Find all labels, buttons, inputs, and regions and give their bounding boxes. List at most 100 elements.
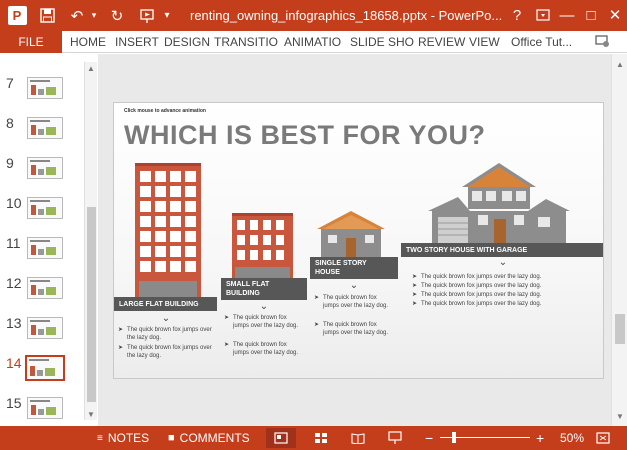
single-story-house-icon: [317, 211, 385, 257]
slide-thumbnail-11[interactable]: [27, 237, 63, 259]
customize-qat-icon[interactable]: ▾: [160, 5, 174, 26]
undo-dropdown-icon[interactable]: ▾: [88, 5, 100, 26]
label-small-flat-building: SMALL FLAT BUILDING: [221, 278, 307, 300]
scroll-down-icon[interactable]: ▼: [85, 408, 97, 420]
tab-home[interactable]: HOME: [70, 31, 106, 53]
slide-thumbnail-14[interactable]: [25, 355, 65, 381]
slide-thumbnail-15[interactable]: [27, 397, 63, 419]
zoom-in-button[interactable]: +: [536, 426, 544, 450]
save-icon[interactable]: [36, 5, 58, 26]
comment-icon: ■: [168, 432, 175, 444]
slide-hint-text: Click mouse to advance animation: [124, 108, 206, 114]
slide-thumbnail-8[interactable]: [27, 117, 63, 139]
slide-number: 11: [6, 235, 21, 251]
slide-thumbnail-10[interactable]: [27, 197, 63, 219]
title-bar: P ↶ ▾ ↻ ▾ renting_owning_infographics_18…: [0, 0, 627, 31]
zoom-level[interactable]: 50%: [560, 426, 584, 450]
building-window: [170, 201, 181, 212]
close-button[interactable]: ✕: [602, 3, 627, 27]
building-window: [140, 216, 151, 227]
slide-number: 15: [6, 395, 22, 411]
bullet-item: ➤ The quick brown fox jumps over the lazy…: [412, 283, 542, 289]
slide-sorter-icon[interactable]: [306, 428, 336, 448]
slide[interactable]: Click mouse to advance animation WHICH I…: [113, 102, 604, 379]
building-window: [276, 235, 284, 245]
tab-review[interactable]: REVIEW: [418, 31, 465, 53]
large-flat-building-icon: [135, 163, 201, 297]
slide-thumbnail-7[interactable]: [27, 77, 63, 99]
comments-label: COMMENTS: [179, 431, 250, 445]
building-window: [237, 220, 245, 230]
bullet-item: ➤ The quick brown fox jumps over the lazy…: [412, 301, 542, 307]
label-line: SMALL FLAT BUILDING: [226, 281, 270, 297]
start-from-beginning-icon[interactable]: [136, 5, 158, 26]
two-story-house-garage-icon: [428, 163, 570, 243]
building-window: [170, 216, 181, 227]
building-window: [155, 261, 166, 272]
fit-slide-icon[interactable]: [590, 428, 616, 448]
slide-thumbnail-13[interactable]: [27, 317, 63, 339]
building-window: [237, 250, 245, 260]
window-title: renting_owning_infographics_18658.pptx -…: [190, 8, 503, 23]
tab-insert[interactable]: INSERT: [115, 31, 159, 53]
undo-icon[interactable]: ↶: [66, 5, 88, 26]
slide-thumbnail-12[interactable]: [27, 277, 63, 299]
tab-design[interactable]: DESIGN: [164, 31, 210, 53]
building-window: [276, 250, 284, 260]
building-window: [185, 231, 196, 242]
minimize-button[interactable]: —: [554, 3, 580, 27]
bullet-item: ➤ The quick brown fox jumps over the lazy…: [314, 295, 389, 309]
building-window: [170, 261, 181, 272]
label-large-flat-building: LARGE FLAT BUILDING: [114, 297, 217, 311]
building-window: [140, 231, 151, 242]
account-icon[interactable]: [593, 32, 611, 50]
slide-number-active: 14: [6, 355, 22, 371]
tab-office-tutorials[interactable]: Office Tut...: [511, 31, 572, 53]
reading-view-icon[interactable]: [343, 428, 373, 448]
slides-pane-scrollbar[interactable]: ▲ ▼: [84, 62, 97, 420]
building-window: [237, 235, 245, 245]
maximize-button[interactable]: □: [578, 3, 604, 27]
building-window: [263, 220, 271, 230]
redo-icon[interactable]: ↻: [106, 5, 128, 26]
tab-transitions[interactable]: TRANSITIO: [214, 31, 278, 53]
notes-label: NOTES: [107, 431, 150, 445]
slide-number: 7: [6, 75, 14, 91]
slide-thumbnail-9[interactable]: [27, 157, 63, 179]
comments-button[interactable]: ■ COMMENTS: [168, 426, 250, 450]
slide-number: 9: [6, 155, 14, 171]
notes-button[interactable]: ≡ NOTES: [97, 426, 149, 450]
tab-file[interactable]: FILE: [0, 31, 62, 53]
building-window: [263, 250, 271, 260]
scroll-up-icon[interactable]: ▲: [614, 58, 626, 70]
slide-number: 13: [6, 315, 22, 331]
tab-slide-show[interactable]: SLIDE SHO: [350, 31, 414, 53]
building-window: [185, 246, 196, 257]
label-two-story-house: TWO STORY HOUSE WITH GARAGE: [401, 243, 603, 257]
building-window: [155, 216, 166, 227]
scrollbar-thumb[interactable]: [615, 314, 625, 344]
scroll-down-icon[interactable]: ▼: [614, 410, 626, 422]
scroll-up-icon[interactable]: ▲: [85, 62, 97, 74]
scrollbar-thumb[interactable]: [87, 207, 96, 402]
tab-animations[interactable]: ANIMATIO: [284, 31, 341, 53]
zoom-out-button[interactable]: −: [425, 426, 433, 450]
chevron-down-icon: ⌄: [349, 280, 359, 291]
bullet-item: ➤ The quick brown fox jumps over the lazy…: [224, 342, 299, 356]
ribbon-tabs: FILE HOME INSERT DESIGN TRANSITIO ANIMAT…: [0, 31, 627, 53]
zoom-slider-thumb[interactable]: [452, 432, 456, 443]
building-window: [155, 186, 166, 197]
help-button[interactable]: ?: [504, 3, 530, 27]
tab-view[interactable]: VIEW: [469, 31, 500, 53]
ribbon-display-options-icon[interactable]: [530, 3, 556, 27]
normal-view-icon[interactable]: [266, 428, 296, 448]
editor-vertical-scrollbar[interactable]: ▲ ▼: [611, 54, 627, 426]
building-window: [263, 235, 271, 245]
status-bar: ≡ NOTES ■ COMMENTS − + 50%: [0, 426, 627, 450]
slide-show-icon[interactable]: [380, 428, 410, 448]
bullet-item: ➤ The quick brown fox jumps over the lazy…: [412, 292, 542, 298]
building-window: [185, 201, 196, 212]
slides-pane: 7 8 9 10 11 12 13 14 15 ▲ ▼: [0, 54, 98, 426]
powerpoint-logo-icon[interactable]: P: [6, 5, 28, 26]
building-window: [170, 246, 181, 257]
